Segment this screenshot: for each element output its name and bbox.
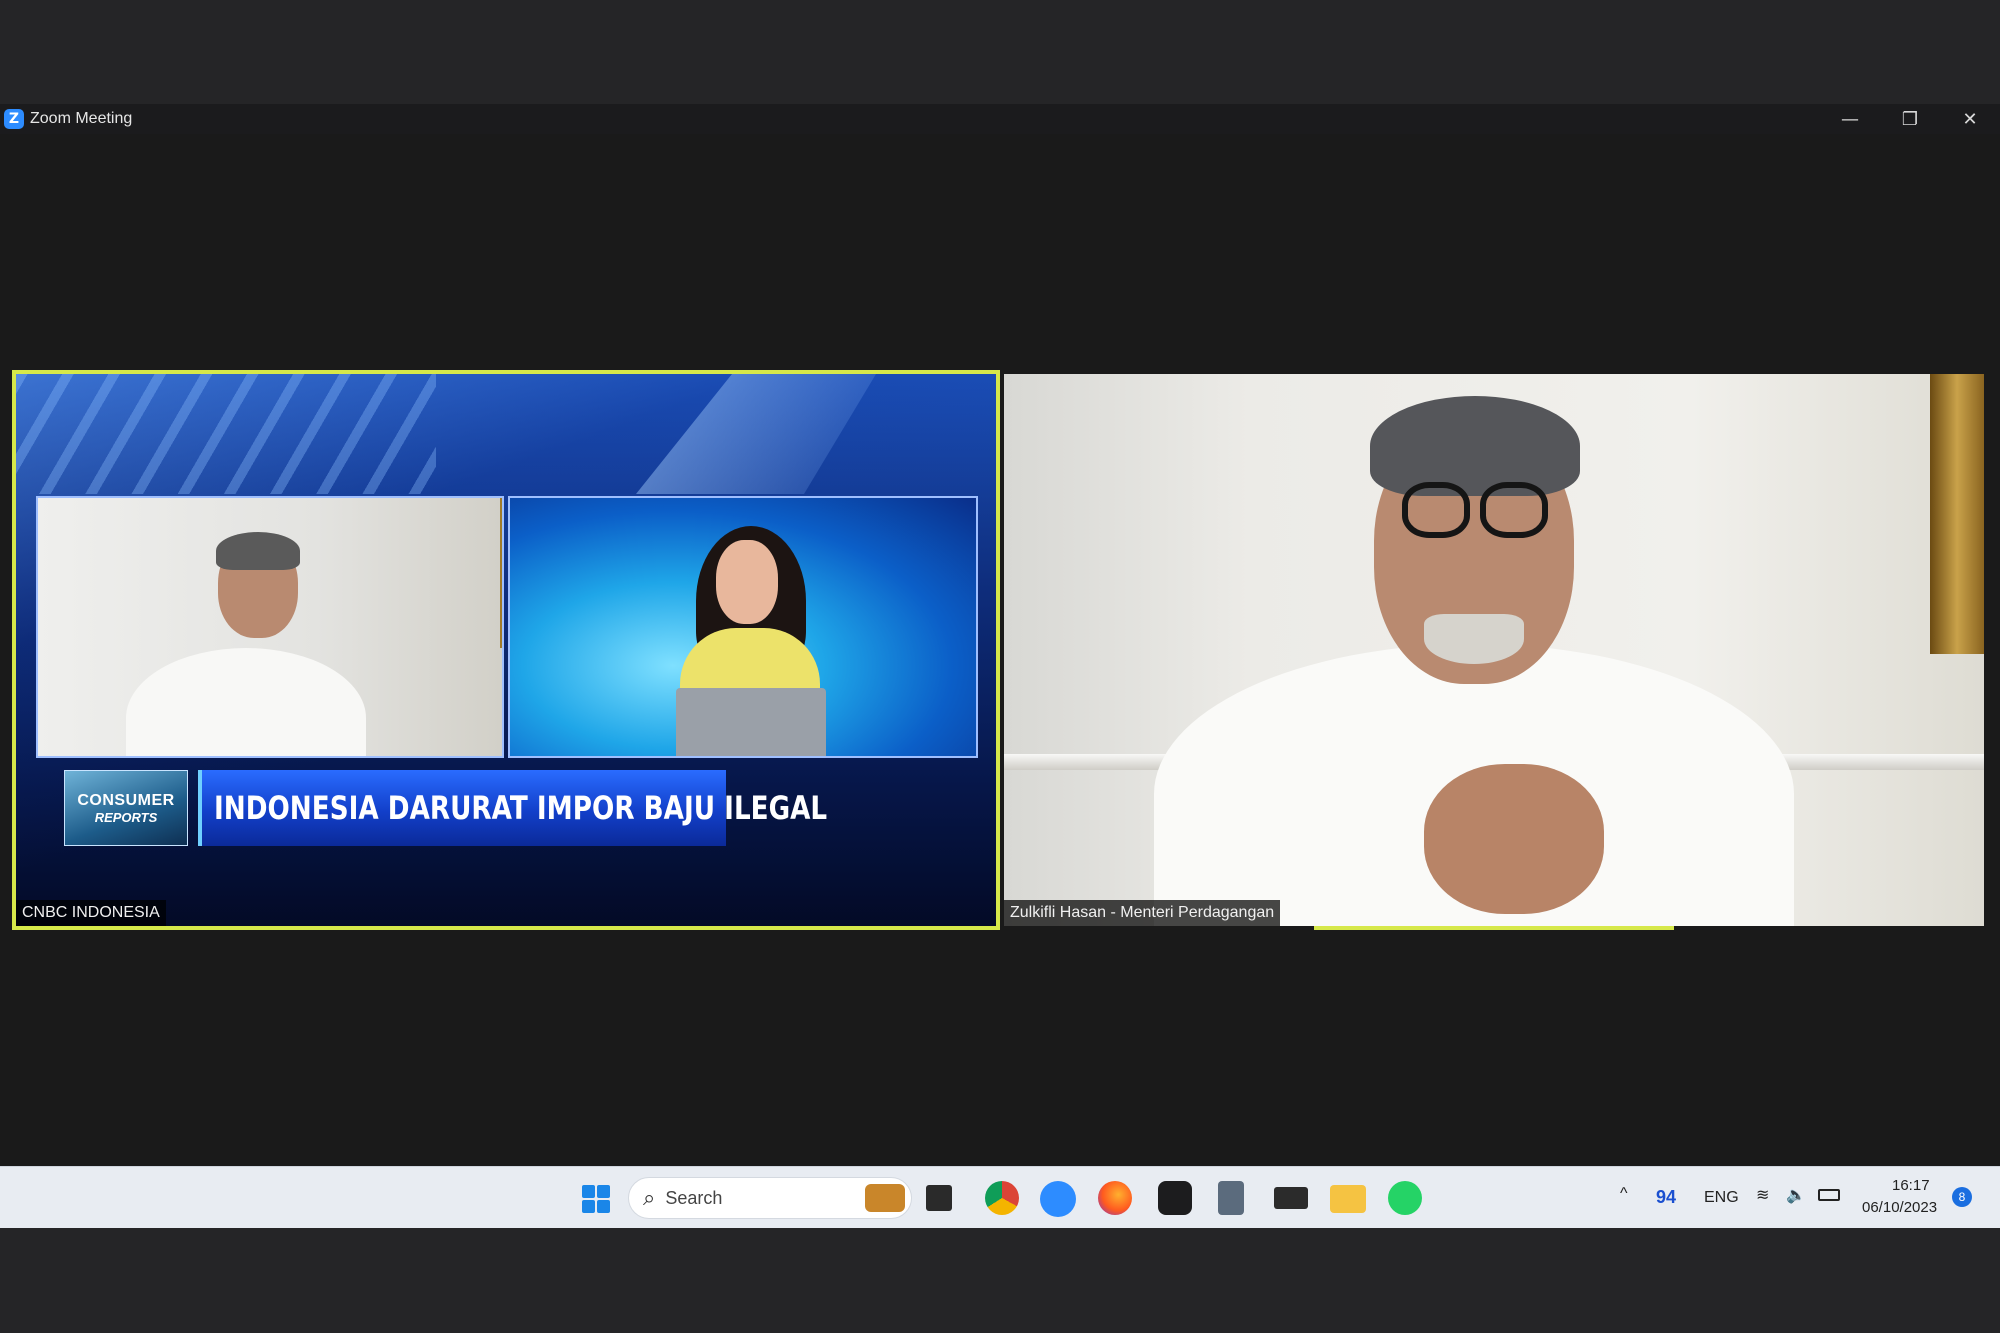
studio-light-stripes <box>16 374 436 494</box>
window-controls: — ❐ ✕ <box>1820 104 2000 134</box>
picture-frame <box>500 498 502 648</box>
speaker-indicator-bar <box>1314 926 1674 930</box>
windows-start-icon[interactable] <box>582 1185 610 1213</box>
zoom-logo-icon: Z <box>4 109 24 129</box>
widgets-briefcase-icon[interactable] <box>865 1184 905 1212</box>
participant-name-label: Zulkifli Hasan - Menteri Perdagangan <box>1004 900 1281 926</box>
participant-video-cnbc[interactable]: CONSUMER REPORTS INDONESIA DARURAT IMPOR… <box>12 370 1000 930</box>
clock-date[interactable]: 06/10/2023 <box>1862 1199 1937 1216</box>
restore-button[interactable]: ❐ <box>1880 104 1940 134</box>
guest-hair <box>216 532 300 570</box>
terminal-icon[interactable] <box>1274 1187 1308 1209</box>
segment-logo: CONSUMER REPORTS <box>64 770 188 846</box>
title-bar[interactable]: Z Zoom Meeting — ❐ ✕ <box>0 104 2000 134</box>
close-button[interactable]: ✕ <box>1940 104 2000 134</box>
notification-badge[interactable]: 8 <box>1952 1187 1972 1207</box>
battery-icon[interactable] <box>1818 1189 1840 1201</box>
tray-counter[interactable]: 94 <box>1656 1187 1676 1208</box>
minimize-button[interactable]: — <box>1820 104 1880 134</box>
speedometer-icon[interactable] <box>1158 1181 1192 1215</box>
show-hidden-icons-chevron[interactable]: ^ <box>1620 1185 1628 1203</box>
zoom-icon[interactable] <box>1040 1181 1076 1217</box>
chrome-icon[interactable] <box>985 1181 1019 1215</box>
firefox-icon[interactable] <box>1098 1181 1132 1215</box>
gold-picture-frame <box>1930 374 1984 654</box>
headline-bar: INDONESIA DARURAT IMPOR BAJU ILEGAL <box>198 770 827 846</box>
screen-bottom-border <box>0 1228 2000 1333</box>
segment-logo-line1: CONSUMER <box>77 791 175 809</box>
task-view-icon[interactable] <box>926 1185 952 1211</box>
participant-name-label: CNBC INDONESIA <box>16 900 166 926</box>
minister-hair <box>1370 396 1580 496</box>
broadcast-inset-guest <box>36 496 504 758</box>
whatsapp-icon[interactable] <box>1388 1181 1422 1215</box>
headline-text: INDONESIA DARURAT IMPOR BAJU ILEGAL <box>214 789 828 827</box>
search-placeholder: Search <box>665 1187 723 1208</box>
anchor-face <box>716 540 778 624</box>
wifi-icon[interactable]: ≋ <box>1756 1185 1769 1204</box>
broadcast-inset-anchor <box>508 496 978 758</box>
file-explorer-icon[interactable] <box>1330 1185 1366 1213</box>
broadcast-lower-third: CONSUMER REPORTS INDONESIA DARURAT IMPOR… <box>64 770 827 846</box>
window-title: Zoom Meeting <box>30 110 133 127</box>
language-indicator[interactable]: ENG <box>1704 1189 1739 1207</box>
taskbar-search[interactable]: ⌕ Search <box>628 1177 912 1219</box>
taskbar: ⌕ Search ^ 94 ENG ≋ 🔈 16:17 06/10/2023 8 <box>0 1166 2000 1228</box>
search-icon: ⌕ <box>643 1185 656 1211</box>
participant-video-minister[interactable]: Zulkifli Hasan - Menteri Perdagangan <box>1004 374 1984 926</box>
calculator-icon[interactable] <box>1218 1181 1244 1215</box>
volume-icon[interactable]: 🔈 <box>1786 1185 1806 1204</box>
segment-logo-line2: REPORTS <box>94 809 158 825</box>
glasses-right-lens <box>1480 482 1548 538</box>
minister-beard <box>1424 614 1524 664</box>
guest-body <box>126 648 366 756</box>
screen-top-border <box>0 0 2000 104</box>
minister-hands <box>1424 764 1604 914</box>
glasses-left-lens <box>1402 482 1470 538</box>
clock-time[interactable]: 16:17 <box>1892 1177 1930 1194</box>
anchor-laptop <box>676 688 826 756</box>
